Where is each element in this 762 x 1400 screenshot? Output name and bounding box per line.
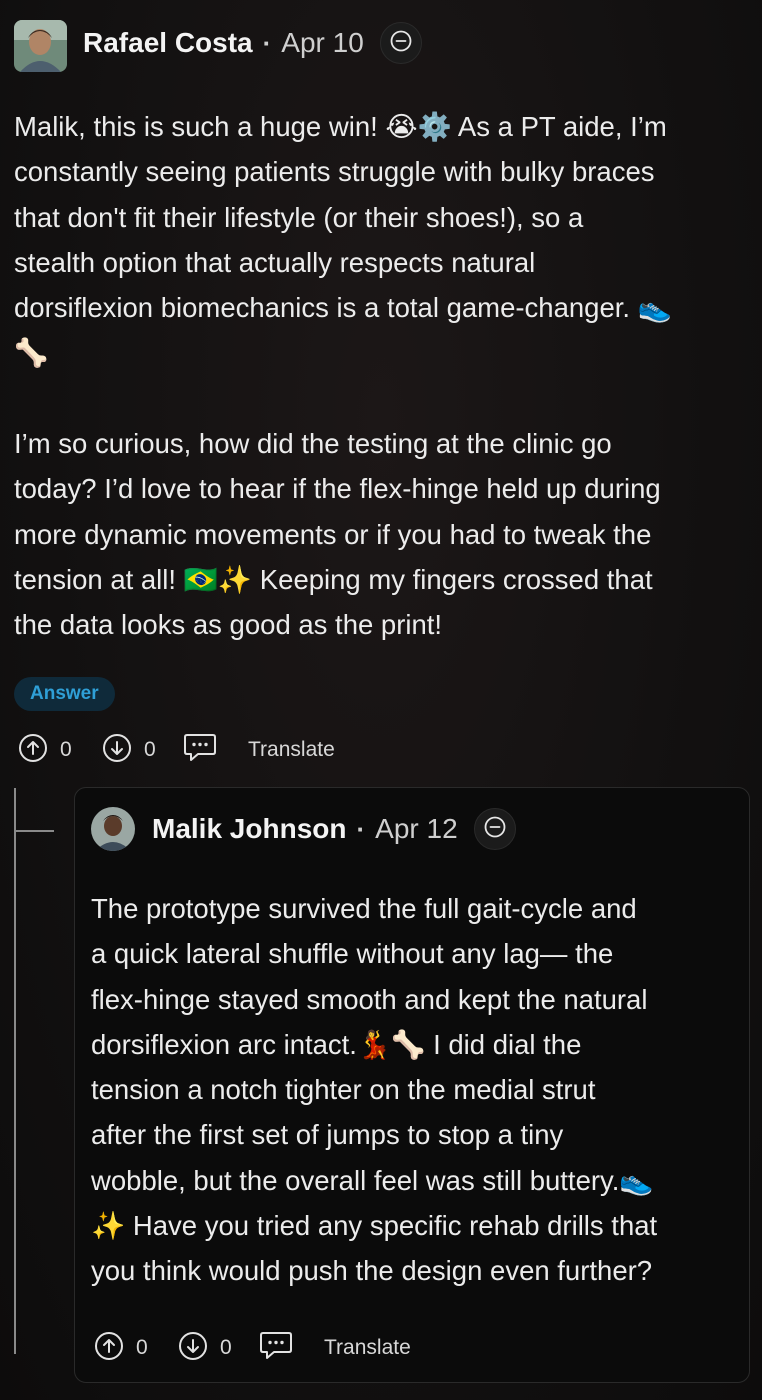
avatar-rafael[interactable] [14,20,67,72]
reply-actions: 0 0 Translate [94,1331,411,1366]
reply-reply-button[interactable] [258,1331,294,1363]
downvote-button[interactable] [102,733,132,768]
reply-header: Malik Johnson · Apr 12 [152,808,516,850]
comment-actions: 0 0 Translate [18,733,335,768]
thread-line [14,788,16,1354]
translate-link[interactable]: Translate [248,738,335,762]
upvote-button[interactable] [18,733,48,768]
speech-bubble-icon [259,1330,293,1367]
reply-author-name[interactable]: Malik Johnson [152,813,346,845]
answer-badge: Answer [14,677,115,711]
arrow-down-circle-icon [102,733,132,768]
reply-upvote-button[interactable] [94,1331,124,1366]
reply-date: Apr 12 [375,813,458,844]
speech-bubble-icon [183,732,217,769]
separator-dot: · [356,813,366,844]
reply-downvote-count: 0 [220,1336,232,1359]
reply-upvote-count: 0 [136,1336,148,1359]
arrow-up-circle-icon [18,733,48,768]
separator-dot: · [262,27,272,58]
minus-circle-icon [389,29,413,58]
arrow-up-circle-icon [94,1331,124,1366]
reply-body: The prototype survived the full gait-cyc… [91,893,658,1287]
comment-body: Malik, this is such a huge win! 😭⚙️ As a… [14,111,672,641]
author-name[interactable]: Rafael Costa [83,27,253,59]
reply-translate-link[interactable]: Translate [324,1336,411,1360]
reply-downvote-button[interactable] [178,1331,208,1366]
reply-more-options-button[interactable] [473,808,516,850]
arrow-down-circle-icon [178,1331,208,1366]
reply-card: Malik Johnson · Apr 12 The prototype sur… [74,787,750,1383]
minus-circle-icon [483,815,507,844]
avatar-malik[interactable] [91,807,135,851]
more-options-button[interactable] [379,22,422,64]
upvote-count: 0 [60,738,72,761]
comment-header: Rafael Costa · Apr 10 [83,22,422,64]
comment-date: Apr 10 [281,27,364,58]
downvote-count: 0 [144,738,156,761]
reply-button[interactable] [182,733,218,765]
thread-branch [14,830,54,832]
